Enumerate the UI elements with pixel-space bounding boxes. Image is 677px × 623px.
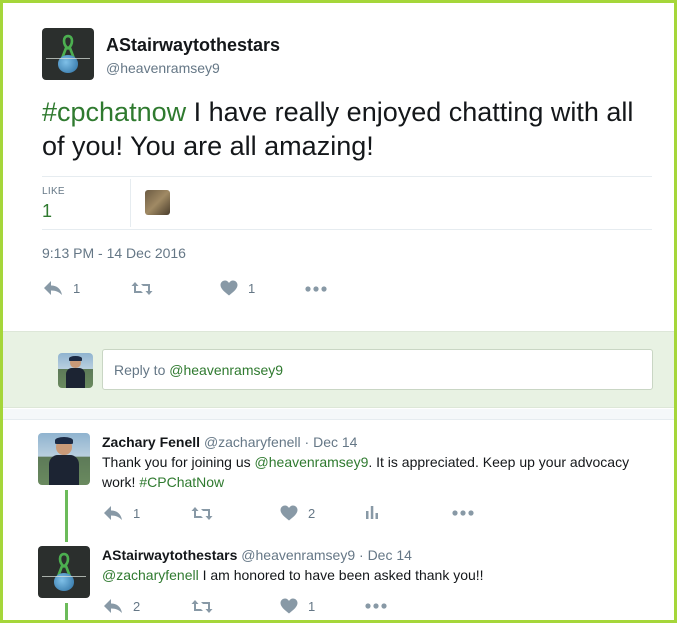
analytics-action[interactable] — [365, 505, 379, 519]
reply-header: AStairwaytothestars @heavenramsey9 · Dec… — [102, 547, 412, 563]
more-icon — [365, 603, 387, 609]
reply-text: @zacharyfenell I am honored to have been… — [102, 565, 662, 585]
retweet-action[interactable] — [191, 506, 213, 521]
author-handle[interactable]: @heavenramsey9 — [106, 60, 220, 76]
replies-separator — [3, 409, 674, 420]
analytics-icon — [366, 506, 378, 519]
retweet-action[interactable] — [131, 281, 163, 296]
like-action[interactable]: 2 — [280, 505, 315, 521]
retweet-icon — [191, 507, 213, 520]
heart-icon — [220, 280, 238, 296]
more-action[interactable] — [365, 603, 387, 609]
stats-bottom-divider — [42, 229, 652, 230]
like-action[interactable]: 1 — [280, 598, 315, 614]
reply-mention[interactable]: @zacharyfenell — [102, 567, 199, 583]
reply-icon — [104, 599, 122, 613]
reply-count: 2 — [133, 598, 141, 614]
reply-icon — [44, 281, 62, 295]
like-count: 2 — [308, 505, 316, 521]
liker-avatar[interactable] — [145, 190, 170, 215]
reply-placeholder-mention: @heavenramsey9 — [169, 362, 284, 378]
reply-text-part: I am honored to have been asked thank yo… — [198, 567, 484, 583]
reply-action[interactable]: 1 — [43, 280, 80, 296]
more-icon — [452, 510, 474, 516]
tweet-timestamp[interactable]: 9:13 PM - 14 Dec 2016 — [42, 245, 186, 261]
author-avatar[interactable] — [42, 28, 94, 80]
likes-label: LIKE — [42, 186, 65, 197]
more-icon — [305, 286, 327, 292]
reply-hashtag[interactable]: #CPChatNow — [139, 474, 224, 490]
reply-avatar[interactable] — [38, 433, 90, 485]
stats-top-divider — [42, 176, 652, 177]
reply-icon — [104, 506, 122, 520]
reply-text-part: Thank you for joining us — [102, 454, 255, 470]
reply-action[interactable]: 1 — [103, 505, 140, 521]
reply-avatar[interactable] — [38, 546, 90, 598]
likes-count[interactable]: 1 — [42, 201, 52, 222]
reply-author-name[interactable]: Zachary Fenell — [102, 434, 200, 450]
reply-author-handle[interactable]: @zacharyfenell — [204, 434, 301, 450]
reply-author-name[interactable]: AStairwaytothestars — [102, 547, 237, 563]
reply-text: Thank you for joining us @heavenramsey9.… — [102, 452, 662, 492]
reply-count: 1 — [73, 280, 81, 296]
heart-icon — [280, 505, 298, 521]
retweet-action[interactable] — [191, 599, 213, 614]
tweet-hashtag[interactable]: #cpchatnow — [42, 97, 186, 127]
more-action[interactable] — [305, 286, 327, 292]
heart-icon — [280, 598, 298, 614]
reply-header: Zachary Fenell @zacharyfenell · Dec 14 — [102, 434, 357, 450]
reply-author-handle[interactable]: @heavenramsey9 — [241, 547, 355, 563]
reply-date[interactable]: Dec 14 — [368, 547, 412, 563]
author-name[interactable]: AStairwaytothestars — [106, 35, 280, 56]
reply-mention[interactable]: @heavenramsey9 — [255, 454, 369, 470]
like-action[interactable]: 1 — [220, 280, 255, 296]
reply-action[interactable]: 2 — [103, 598, 140, 614]
reply-input[interactable]: Reply to @heavenramsey9 — [102, 349, 653, 390]
current-user-avatar[interactable] — [58, 353, 93, 388]
retweet-icon — [131, 282, 153, 295]
thread-line — [65, 490, 68, 542]
reply-separator: · — [304, 434, 310, 450]
stats-vertical-divider — [130, 179, 131, 227]
like-count: 1 — [308, 598, 316, 614]
logo-script — [46, 58, 90, 60]
retweet-icon — [191, 600, 213, 613]
reply-separator: · — [359, 547, 364, 563]
logo-script — [42, 576, 86, 578]
thread-line — [65, 603, 68, 620]
tweet-frame: AStairwaytothestars @heavenramsey9 #cpch… — [0, 0, 677, 623]
more-action[interactable] — [452, 510, 474, 516]
like-count: 1 — [248, 280, 256, 296]
reply-placeholder-prefix: Reply to — [114, 362, 170, 378]
reply-count: 1 — [133, 505, 141, 521]
reply-date[interactable]: Dec 14 — [313, 434, 357, 450]
tweet-text: #cpchatnow I have really enjoyed chattin… — [42, 95, 652, 163]
